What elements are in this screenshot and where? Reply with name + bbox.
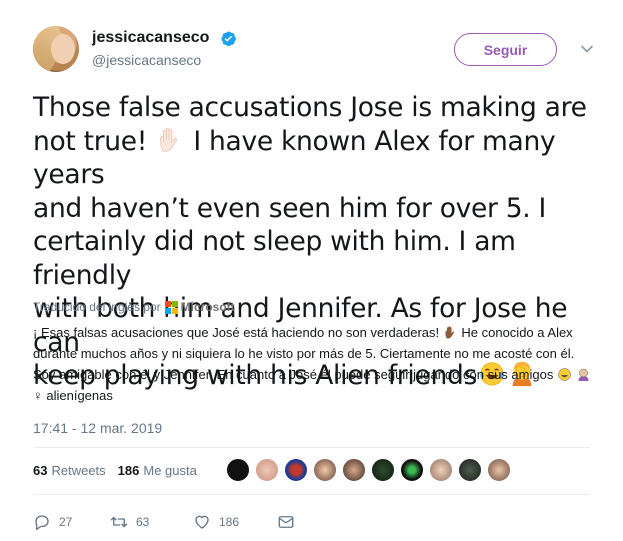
raised-hand-icon [445, 326, 454, 339]
avatar[interactable] [458, 458, 482, 482]
facepalm-icon [578, 368, 589, 381]
translated-text: ¡ Esas falsas acusaciones que José está … [33, 322, 593, 406]
display-name[interactable]: jessicacanseco [92, 29, 209, 47]
divider [33, 447, 590, 448]
translation-label: Traducido del inglés por [33, 300, 161, 314]
avatar[interactable] [255, 458, 279, 482]
avatar[interactable] [400, 458, 424, 482]
chevron-down-icon[interactable] [580, 42, 594, 56]
avatar[interactable] [284, 458, 308, 482]
raised-hand-icon [160, 127, 178, 152]
avatar[interactable] [487, 458, 511, 482]
translation-attribution: Traducido del inglés por Microsoft [33, 300, 235, 314]
avatar[interactable] [313, 458, 337, 482]
reply-icon [35, 515, 49, 531]
divider [33, 494, 590, 495]
direct-message-button[interactable] [277, 513, 303, 531]
reply-button[interactable]: 27 [33, 513, 72, 531]
follow-button[interactable]: Seguir [454, 33, 557, 66]
tweet-stats: 63 Retweets 186 Me gusta [33, 463, 209, 478]
like-button[interactable]: 186 [193, 513, 239, 531]
avatar[interactable] [429, 458, 453, 482]
retweets-stat[interactable]: 63 Retweets [33, 463, 106, 478]
verified-badge-icon [221, 31, 236, 47]
retweet-button[interactable]: 63 [110, 513, 149, 531]
retweet-icon [110, 516, 128, 528]
avatar[interactable] [371, 458, 395, 482]
avatar[interactable] [33, 26, 79, 72]
translation-provider[interactable]: Microsoft [181, 300, 235, 314]
tweet-timestamp[interactable]: 17:41 - 12 mar. 2019 [33, 420, 162, 436]
microsoft-logo-icon [164, 300, 178, 314]
liker-avatars [226, 458, 516, 482]
dm-icon [278, 516, 294, 528]
avatar[interactable] [226, 458, 250, 482]
avatar[interactable] [342, 458, 366, 482]
tweet-card: jessicacanseco @jessicacanseco Seguir Th… [0, 0, 623, 541]
heart-icon [195, 515, 209, 529]
tears-of-joy-icon [558, 368, 571, 381]
likes-stat[interactable]: 186 Me gusta [118, 463, 197, 478]
handle[interactable]: @jessicacanseco [92, 52, 201, 68]
